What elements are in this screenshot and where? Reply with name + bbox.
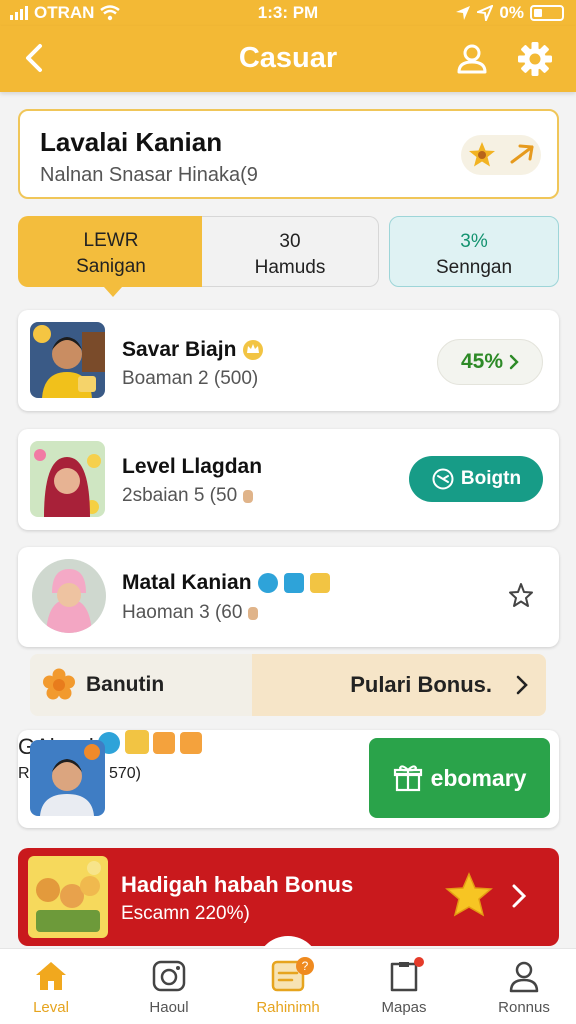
star-icon [445, 872, 493, 917]
tab-label: Rahinimh [256, 999, 320, 1016]
battery-percent: 0% [499, 3, 524, 22]
tab-rahinimh[interactable]: ? Rahinimh [238, 957, 338, 1016]
tab-label: Mapas [381, 999, 427, 1016]
bonus-illustration [28, 856, 108, 938]
star-badge-icon[interactable] [467, 140, 497, 170]
bonus-card-title: Hadigah habah Bonus [121, 872, 354, 897]
notification-badge: ? [296, 957, 314, 975]
segment-percent-value: 3% [460, 231, 488, 252]
segment-level[interactable]: LEWR Sanigan [18, 216, 204, 297]
star-outline-icon[interactable] [507, 581, 535, 609]
avatar [30, 322, 105, 398]
status-bar: OTRAN 1:3: PM 0% [0, 0, 576, 26]
list-item-subtitle: 2sbaian 5 (50 [122, 485, 238, 506]
segment-percent[interactable]: 3% Senngan [389, 216, 559, 287]
badge-icon [309, 573, 330, 593]
gear-icon[interactable] [516, 40, 554, 78]
home-icon [36, 962, 66, 990]
progress-value: 45% [460, 350, 504, 373]
badge-icon [283, 573, 304, 593]
face-icon [432, 468, 454, 490]
send-arrow-icon[interactable] [509, 142, 535, 168]
bonus-bar-left-label: Banutin [86, 673, 165, 696]
hand-icon [243, 490, 254, 503]
alarm-icon [477, 5, 494, 21]
promo-value: 570) [108, 765, 141, 782]
badge-icon [124, 730, 149, 754]
profile-actions [461, 135, 541, 175]
tab-leval[interactable]: Leval [1, 959, 101, 1016]
badge-icon [153, 732, 176, 754]
badge-icon [179, 732, 202, 754]
tab-label: Ronnus [498, 999, 550, 1016]
list-item-subtitle: Boaman 2 (500) [122, 368, 259, 389]
tab-haoul[interactable]: Haoul [119, 959, 219, 1016]
segment-level-value: LEWR [83, 230, 139, 251]
camera-icon [152, 960, 186, 992]
segment-count[interactable]: 30 Hamuds [202, 216, 379, 287]
app-header: Casuar [0, 26, 576, 92]
profile-name: Lavalai Kanian [40, 127, 223, 157]
hand-icon [248, 607, 259, 620]
bonus-bar[interactable]: Banutin Pulari Bonus. [30, 654, 546, 716]
segment-count-value: 30 [279, 231, 301, 252]
profile-subtitle: Nalnan Snasar Hinaka(9 [40, 164, 258, 186]
list-item-name: Level Llagdan [122, 455, 263, 478]
avatar [30, 441, 105, 517]
tab-label: Haoul [149, 999, 189, 1016]
chevron-right-icon [509, 354, 519, 370]
tab-ronnus[interactable]: Ronnus [474, 959, 574, 1016]
segment-level-label: Sanigan [76, 256, 146, 277]
action-button-label: Boigtn [460, 468, 522, 489]
list-item-subtitle: Haoman 3 (60 [122, 602, 243, 623]
profile-icon [509, 961, 539, 993]
battery-icon [530, 5, 564, 21]
list-item[interactable]: Matal Kanian Haoman 3 (60 [18, 547, 559, 647]
promo-button[interactable]: ebomary [369, 738, 550, 818]
segment-percent-label: Senngan [435, 257, 513, 278]
avatar [30, 740, 105, 816]
list-item[interactable]: Savar Biajn Boaman 2 (500) 45% [18, 310, 559, 411]
alert-dot [414, 957, 424, 967]
list-item-name: Matal Kanian [122, 571, 252, 594]
tab-mapas[interactable]: Mapas [354, 957, 454, 1016]
bonus-bar-right-label: Pulari Bonus. [350, 672, 492, 697]
bonus-card[interactable]: Hadigah habah Bonus Escamn 220%) [18, 848, 559, 946]
tab-label: Leval [33, 999, 69, 1016]
avatar [32, 559, 106, 633]
action-button[interactable]: Boigtn [409, 456, 543, 502]
progress-pill[interactable]: 45% [437, 339, 543, 385]
badge-icon [257, 573, 278, 593]
list-item[interactable]: Level Llagdan 2sbaian 5 (50 Boigtn [18, 429, 559, 530]
crown-badge-icon [243, 340, 264, 360]
user-icon[interactable] [454, 40, 490, 76]
gift-icon [393, 765, 422, 792]
tab-bar: Leval Haoul ? Rahinimh Mapas Ronnus [0, 948, 576, 1024]
segment-count-label: Hamuds [254, 257, 326, 278]
chevron-right-icon[interactable] [512, 884, 526, 908]
promo-button-label: ebomary [430, 764, 527, 791]
bonus-card-subtitle: Escamn 220%) [121, 903, 250, 924]
flower-icon [43, 668, 75, 700]
list-item-name: Savar Biajn [122, 338, 237, 361]
profile-card[interactable]: Lavalai Kanian Nalnan Snasar Hinaka(9 [18, 109, 559, 199]
location-icon [456, 6, 471, 20]
chevron-right-icon [516, 675, 528, 695]
